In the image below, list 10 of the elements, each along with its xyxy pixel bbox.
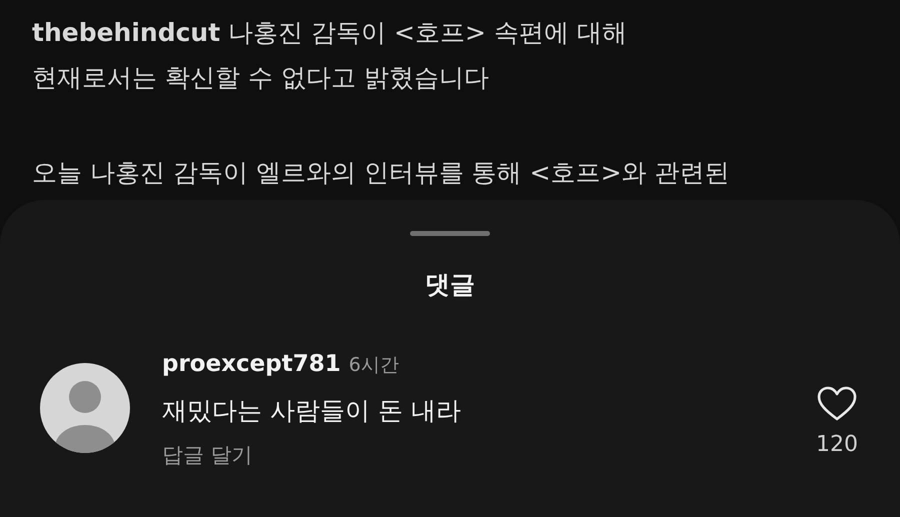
like-count: 120 (816, 432, 858, 457)
comment-text: 재밌다는 사람들이 돈 내라 (162, 395, 462, 427)
sheet-title: 댓글 (425, 269, 475, 301)
comment-time: 6시간 (348, 353, 399, 378)
username[interactable]: proexcept781 (162, 351, 341, 377)
reply-link[interactable]: 답글 달기 (162, 441, 253, 469)
drag-handle[interactable] (410, 231, 490, 236)
caption-text: thebehindcut 나홍진 감독이 <호프> 속편에 대해 현재로서는 확신할 수 없다고 밝혔습니다 (32, 17, 628, 94)
caption-text: 오늘 나홍진 감독이 엘르와의 인터뷰를 통해 <호프>와 관련된 (32, 157, 731, 189)
heart-icon[interactable] (817, 386, 857, 422)
